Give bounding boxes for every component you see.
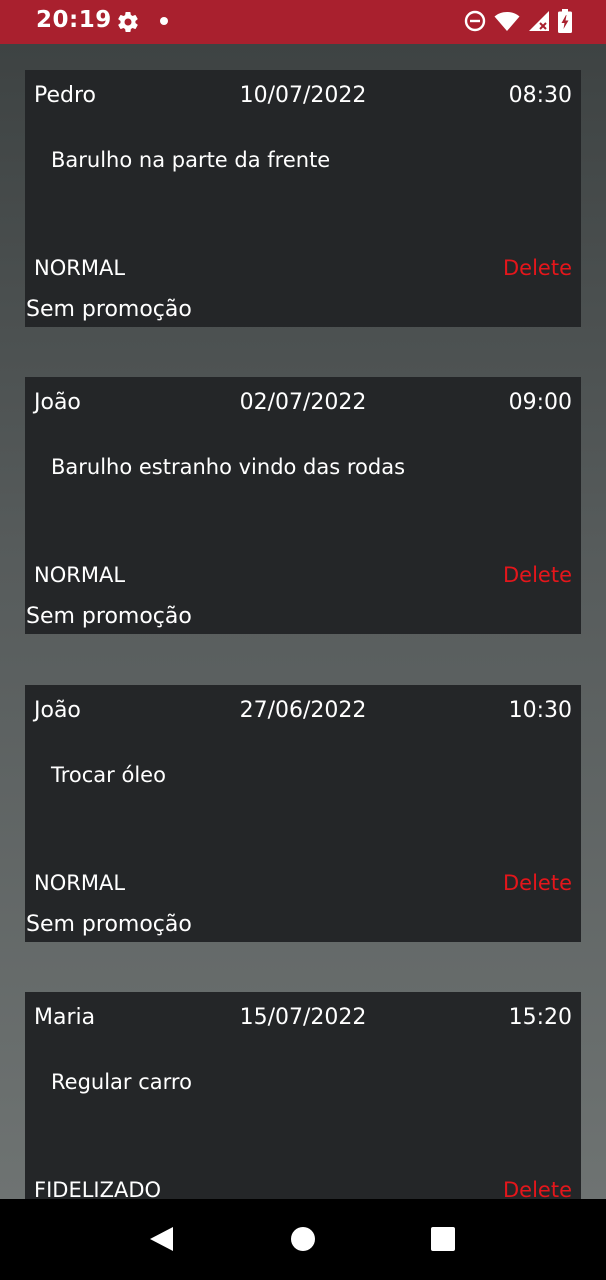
appointment-description: Barulho na parte da frente: [51, 148, 331, 172]
delete-button[interactable]: Delete: [503, 563, 572, 587]
home-icon[interactable]: [289, 1225, 317, 1253]
recents-icon[interactable]: [429, 1225, 457, 1253]
wifi-icon: [494, 10, 520, 32]
appointment-date: 27/06/2022: [239, 698, 367, 723]
battery-charging-icon: [558, 9, 572, 33]
appointment-card: Pedro 10/07/2022 08:30 Barulho na parte …: [25, 70, 581, 327]
delete-button[interactable]: Delete: [503, 1178, 572, 1199]
delete-button[interactable]: Delete: [503, 871, 572, 895]
delete-button[interactable]: Delete: [503, 256, 572, 280]
status-bar: 20:19: [0, 0, 606, 44]
promotion-status: Sem promoção: [26, 604, 192, 629]
appointment-date: 10/07/2022: [239, 83, 367, 108]
back-icon[interactable]: [148, 1225, 176, 1253]
appointment-description: Barulho estranho vindo das rodas: [51, 455, 406, 479]
client-category: NORMAL: [34, 871, 126, 895]
appointment-card: João 02/07/2022 09:00 Barulho estranho v…: [25, 377, 581, 634]
appointment-time: 09:00: [508, 390, 572, 415]
do-not-disturb-icon: [464, 10, 486, 32]
appointment-time: 10:30: [508, 698, 572, 723]
navigation-bar: [0, 1199, 606, 1280]
appointment-card: Maria 15/07/2022 15:20 Regular carro FID…: [25, 992, 581, 1199]
appointment-description: Trocar óleo: [51, 763, 166, 787]
appointment-card: João 27/06/2022 10:30 Trocar óleo NORMAL…: [25, 685, 581, 942]
appointment-description: Regular carro: [51, 1070, 192, 1094]
client-category: NORMAL: [34, 256, 126, 280]
status-time: 20:19: [36, 7, 112, 33]
appointments-list: Pedro 10/07/2022 08:30 Barulho na parte …: [0, 44, 606, 1199]
promotion-status: Sem promoção: [26, 297, 192, 322]
gear-icon: [116, 10, 140, 34]
client-category: FIDELIZADO: [34, 1178, 162, 1199]
appointment-time: 15:20: [508, 1005, 572, 1030]
appointment-date: 15/07/2022: [239, 1005, 367, 1030]
appointment-time: 08:30: [508, 83, 572, 108]
client-category: NORMAL: [34, 563, 126, 587]
promotion-status: Sem promoção: [26, 912, 192, 937]
status-icons: [464, 9, 572, 33]
signal-icon: [528, 10, 550, 32]
appointment-date: 02/07/2022: [239, 390, 367, 415]
notification-dot-icon: [160, 17, 168, 25]
